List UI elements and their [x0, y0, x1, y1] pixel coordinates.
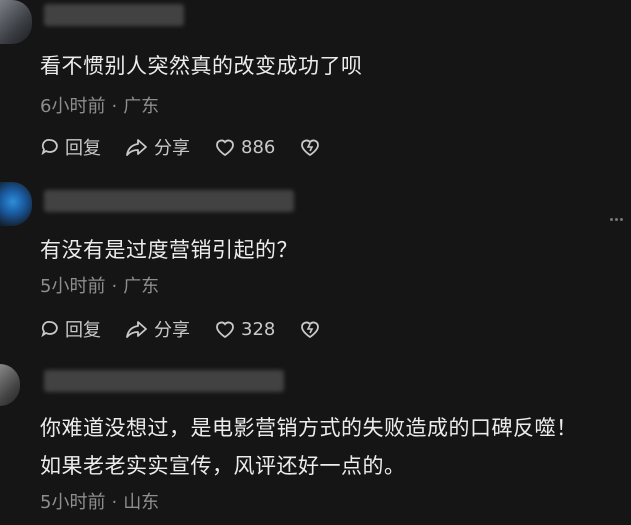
share-label: 分享: [154, 138, 190, 159]
comment-item: 看不惯别人突然真的改变成功了呗 6小时前 · 广东 回复 分享 886: [0, 0, 631, 170]
separator: ·: [111, 96, 118, 117]
comment-meta: 5小时前 · 山东: [40, 488, 159, 514]
comment-location: 广东: [123, 276, 160, 297]
comment-location: 山东: [123, 492, 160, 513]
comment-time: 5小时前: [40, 492, 106, 513]
comment-text-line: 你难道没想过，是电影营销方式的失败造成的口碑反噬！: [40, 416, 578, 440]
comment-meta: 5小时前 · 广东: [40, 272, 159, 298]
dislike-icon: [301, 321, 320, 339]
separator: ·: [111, 276, 118, 297]
comment-location: 广东: [123, 96, 160, 117]
username-blurred[interactable]: [44, 4, 184, 26]
comment-time: 6小时前: [40, 96, 106, 117]
username-blurred[interactable]: [44, 370, 284, 392]
reply-label: 回复: [65, 320, 101, 341]
reply-icon: [41, 139, 58, 156]
reply-icon: [41, 321, 58, 338]
dislike-button[interactable]: [299, 137, 326, 157]
comment-actions: 回复 分享 886: [40, 134, 350, 160]
comment-meta: 6小时前 · 广东: [40, 92, 159, 118]
like-count: 886: [241, 136, 276, 158]
like-button[interactable]: 886: [214, 137, 275, 158]
separator: ·: [111, 492, 118, 513]
avatar[interactable]: [0, 0, 32, 44]
share-icon: [126, 321, 147, 338]
dislike-button[interactable]: [299, 319, 326, 339]
comment-item: 你难道没想过，是电影营销方式的失败造成的口碑反噬！ 如果老老实实宣传，风评还好一…: [0, 364, 631, 525]
comment-actions: 回复 分享 328: [40, 316, 350, 342]
comment-text: 有没有是过度营销引起的？: [40, 238, 298, 262]
like-count: 328: [241, 318, 276, 340]
share-label: 分享: [154, 320, 190, 341]
comment-time: 5小时前: [40, 276, 106, 297]
reply-button[interactable]: 回复: [40, 134, 101, 160]
dislike-icon: [301, 139, 320, 157]
like-button[interactable]: 328: [214, 319, 275, 340]
share-button[interactable]: 分享: [125, 134, 190, 160]
username-blurred[interactable]: [44, 190, 294, 212]
reply-label: 回复: [65, 138, 101, 159]
heart-icon: [216, 139, 234, 157]
heart-icon: [216, 321, 234, 339]
comment-text: 看不惯别人突然真的改变成功了呗: [40, 54, 363, 78]
avatar[interactable]: [0, 182, 32, 226]
more-icon[interactable]: [610, 206, 626, 221]
comment-item: 有没有是过度营销引起的？ 5小时前 · 广东 回复 分享 328: [0, 182, 631, 352]
comment-text-line: 如果老老实实宣传，风评还好一点的。: [40, 454, 406, 478]
share-button[interactable]: 分享: [125, 316, 190, 342]
share-icon: [126, 139, 147, 156]
avatar[interactable]: [0, 364, 20, 406]
reply-button[interactable]: 回复: [40, 316, 101, 342]
